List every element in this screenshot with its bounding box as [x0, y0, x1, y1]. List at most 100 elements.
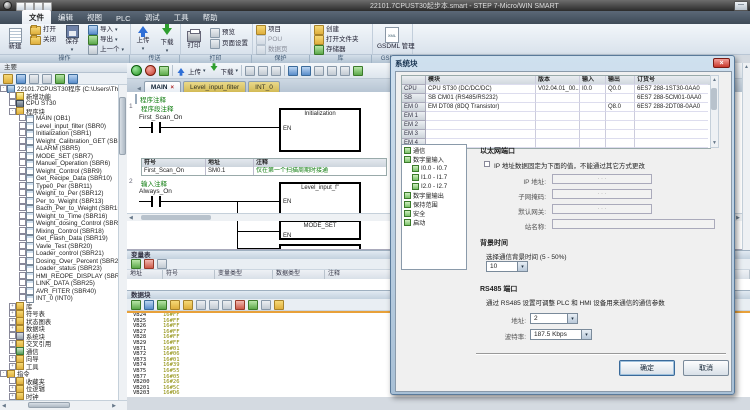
category-item[interactable]: 启动	[402, 218, 466, 227]
tab-close-icon[interactable]: ×	[170, 85, 174, 91]
dialog-title[interactable]: 系统块	[395, 58, 732, 70]
expander-icon[interactable]	[19, 257, 26, 264]
contact-symbol[interactable]	[151, 196, 161, 207]
tree-item[interactable]: AVR_FITER (SBR40)	[0, 288, 118, 296]
expander-icon[interactable]	[19, 137, 26, 144]
category-item[interactable]: I1.0 - I1.7	[402, 173, 466, 182]
protect-data-page-button[interactable]: 数据页	[256, 45, 288, 55]
delete-icon[interactable]	[258, 66, 268, 76]
ip-address-field[interactable]: · · ·	[552, 174, 652, 184]
db-options-icon[interactable]	[274, 300, 284, 310]
tree-item[interactable]: Get_Recipe_Data (SBR10)	[0, 175, 118, 183]
tree-item[interactable]: Weight_dosing_Control (SBR17)	[0, 220, 118, 228]
expander-icon[interactable]	[19, 197, 26, 204]
upload-button[interactable]: 上传 ▾	[132, 25, 154, 53]
delete-row-icon[interactable]	[144, 259, 154, 269]
expander-icon[interactable]	[19, 144, 26, 151]
menu-tab[interactable]: 视图	[80, 10, 109, 24]
expander-icon[interactable]: +	[9, 355, 16, 362]
category-item[interactable]: 安全	[402, 209, 466, 218]
expander-icon[interactable]	[19, 152, 26, 159]
tree-item[interactable]: Loader_control (SBR21)	[0, 250, 118, 258]
category-item[interactable]: 保持范围	[402, 200, 466, 209]
slot-cell[interactable]: EM 0	[402, 103, 426, 112]
menu-tab[interactable]: PLC	[109, 12, 138, 24]
stop-icon[interactable]	[145, 65, 156, 76]
tree-item[interactable]: + 时钟	[0, 393, 118, 401]
expander-icon[interactable]	[19, 227, 26, 234]
db-find-icon[interactable]	[261, 300, 271, 310]
menu-tab[interactable]: 工具	[167, 10, 196, 24]
module-cell[interactable]: CPU ST30 (DC/DC/DC)	[426, 85, 536, 94]
download-button[interactable]: 下载 ▾	[156, 25, 178, 53]
background-time-select[interactable]: 10 ▾	[486, 261, 528, 272]
module-cell[interactable]	[426, 130, 536, 139]
close-button[interactable]: 关闭	[30, 36, 56, 45]
next-network-icon[interactable]	[353, 66, 363, 76]
expander-icon[interactable]	[9, 332, 16, 339]
db-delete-icon[interactable]	[235, 300, 245, 310]
column-header[interactable]: 数据类型	[273, 270, 325, 279]
expander-icon[interactable]	[19, 174, 26, 181]
module-table-row[interactable]: EM 3	[402, 130, 710, 139]
dialog-close-icon[interactable]: ×	[713, 58, 730, 68]
expander-icon[interactable]	[19, 234, 26, 241]
upload-toolbar-button[interactable]: 上传 ▾	[176, 66, 206, 76]
category-item[interactable]: I2.0 - I2.7	[402, 182, 466, 191]
tree-save-icon[interactable]	[16, 74, 26, 84]
expander-icon[interactable]	[9, 92, 16, 99]
import-button[interactable]: 导入 ▾	[88, 25, 118, 35]
print-button[interactable]: 打印	[182, 25, 206, 53]
slot-cell[interactable]: EM 3	[402, 130, 426, 139]
rs485-address-select[interactable]: 2 ▾	[530, 313, 578, 324]
expander-icon[interactable]	[9, 99, 16, 106]
expander-icon[interactable]: +	[9, 393, 16, 400]
module-table-row[interactable]: EM 0 EM DT08 (8DQ Transistor) Q8.0 6ES7 …	[402, 103, 710, 112]
module-cell[interactable]	[426, 121, 536, 130]
tree-paste-icon[interactable]	[42, 74, 52, 84]
tree-item[interactable]: MODE_SET (SBR7)	[0, 153, 118, 161]
zoom-out-icon[interactable]	[301, 66, 311, 76]
function-block-partial[interactable]	[279, 244, 361, 249]
db-compile-icon[interactable]	[131, 300, 141, 310]
category-item[interactable]: 数字量输出	[402, 191, 466, 200]
new-button[interactable]: 新建	[2, 25, 28, 53]
expander-icon[interactable]: +	[9, 385, 16, 392]
expander-icon[interactable]	[19, 272, 26, 279]
expander-icon[interactable]: +	[9, 303, 16, 310]
scroll-left-icon[interactable]: ◀	[2, 403, 6, 409]
gateway-field[interactable]: · · ·	[552, 204, 652, 214]
scroll-right-icon[interactable]: ▶	[112, 403, 116, 409]
tree-item[interactable]: Bacth_Per_to_Weight (SBR15)	[0, 205, 118, 213]
library-memory-button[interactable]: 存储器	[314, 45, 346, 55]
tree-hscroll-thumb[interactable]	[28, 402, 70, 408]
compile-icon[interactable]	[159, 66, 169, 76]
tree-item[interactable]: Type0_Per (SBR11)	[0, 183, 118, 191]
symbol-table-row[interactable]: First_Scan_On SM0.1 仅在第一个扫描周期时接通	[142, 167, 386, 175]
library-open-folder-button[interactable]: 打开文件夹	[314, 35, 359, 45]
expander-icon[interactable]	[19, 159, 26, 166]
column-header[interactable]: 地址	[127, 270, 163, 279]
expander-icon[interactable]	[9, 347, 16, 354]
cancel-button[interactable]: 取消	[683, 360, 729, 376]
minimize-button[interactable]: —	[734, 1, 748, 11]
menu-tab[interactable]: 调试	[138, 10, 167, 24]
app-logo-icon[interactable]	[3, 1, 12, 10]
function-block[interactable]: Initialization EN	[279, 108, 361, 152]
export-button[interactable]: 导出 ▾	[88, 35, 118, 45]
tree-item[interactable]: MAIN (OB1)	[0, 115, 118, 123]
tree-item[interactable]: Mixing_Control (SBR18)	[0, 228, 118, 236]
expander-icon[interactable]: -	[9, 108, 16, 115]
slot-cell[interactable]: CPU	[402, 85, 426, 94]
expander-icon[interactable]	[19, 287, 26, 294]
menu-tab[interactable]: 帮助	[196, 10, 225, 24]
open-button[interactable]: 打开	[30, 26, 56, 35]
module-cell[interactable]	[426, 112, 536, 121]
tree-insert-icon[interactable]	[55, 74, 65, 84]
tree-copy-icon[interactable]	[29, 74, 39, 84]
expander-icon[interactable]: +	[9, 310, 16, 317]
paste-icon[interactable]	[327, 66, 337, 76]
expander-icon[interactable]	[19, 294, 26, 301]
scroll-down-icon[interactable]: ▼	[712, 140, 717, 146]
expander-icon[interactable]	[19, 212, 26, 219]
